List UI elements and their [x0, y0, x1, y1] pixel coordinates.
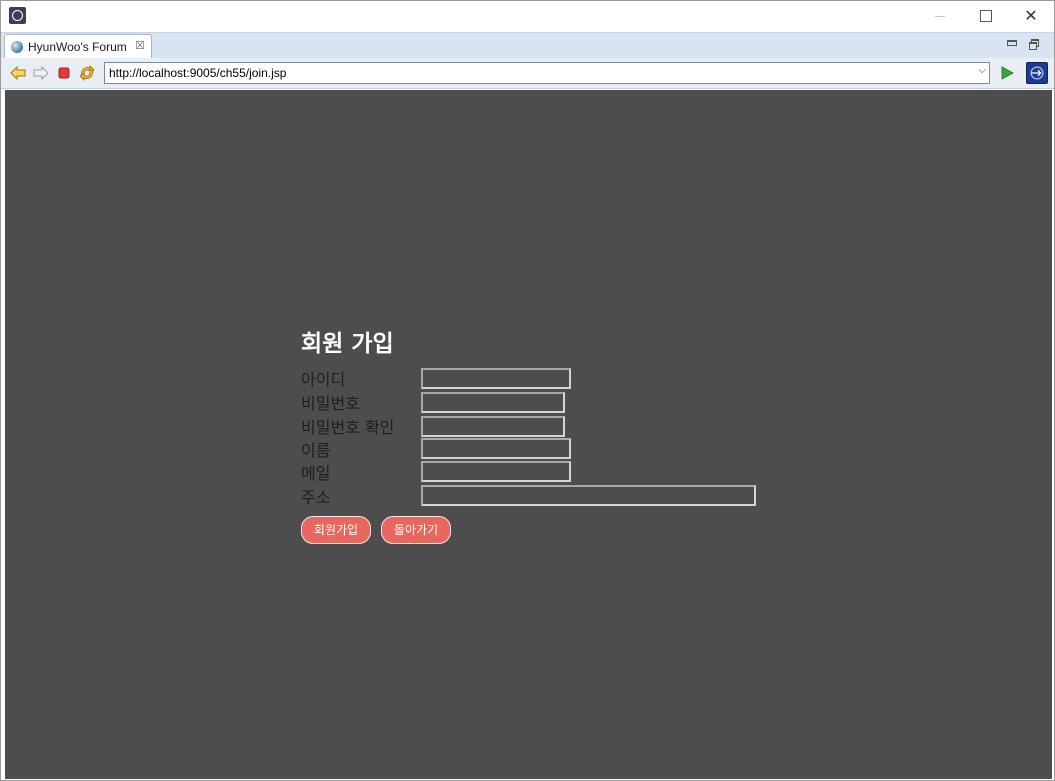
stop-icon[interactable] [55, 64, 73, 82]
title-bar: ✕ [1, 1, 1054, 32]
label-password: 비밀번호 [301, 394, 360, 413]
label-name: 이름 [301, 441, 331, 460]
view-minimize-icon[interactable] [1007, 40, 1017, 46]
password-confirm-input[interactable] [421, 416, 565, 437]
browser-window: ✕ HyunWoo's Forum ☒ http://localhost:900… [0, 0, 1055, 781]
tab-close-icon[interactable]: ☒ [135, 39, 145, 52]
browser-toolbar: http://localhost:9005/ch55/join.jsp ⌵ [1, 58, 1054, 89]
minimize-button[interactable] [918, 5, 962, 27]
url-text: http://localhost:9005/ch55/join.jsp [109, 66, 287, 80]
join-button[interactable]: 회원가입 [301, 516, 371, 544]
back-arrow-icon[interactable] [9, 64, 27, 82]
page-title: 회원 가입 [301, 331, 394, 357]
password-input[interactable] [421, 392, 565, 413]
label-password-confirm: 비밀번호 확인 [301, 418, 395, 437]
chevron-down-icon[interactable]: ⌵ [978, 65, 986, 76]
close-window-button[interactable]: ✕ [1009, 5, 1053, 27]
view-restore-icon[interactable] [1029, 39, 1039, 50]
eclipse-app-icon [9, 7, 26, 24]
address-input[interactable] [421, 485, 756, 506]
url-input[interactable]: http://localhost:9005/ch55/join.jsp ⌵ [104, 62, 990, 84]
refresh-icon[interactable] [78, 64, 96, 82]
tab-hyunwoo-forum[interactable]: HyunWoo's Forum ☒ [4, 34, 152, 59]
external-browser-icon[interactable] [1026, 62, 1048, 84]
tab-label: HyunWoo's Forum [28, 40, 127, 54]
name-input[interactable] [421, 438, 571, 459]
editor-tab-bar: HyunWoo's Forum ☒ [1, 32, 1054, 59]
go-play-icon[interactable] [998, 64, 1016, 82]
label-id: 아이디 [301, 370, 346, 389]
label-email: 메일 [301, 464, 331, 483]
maximize-button[interactable] [963, 5, 1007, 27]
label-address: 주소 [301, 488, 331, 507]
globe-icon [11, 41, 23, 53]
email-input[interactable] [421, 461, 571, 482]
forward-arrow-icon[interactable] [32, 64, 50, 82]
back-button[interactable]: 돌아가기 [381, 516, 451, 544]
page-viewport: 회원 가입 아이디 비밀번호 비밀번호 확인 이름 메일 주소 회원가입 돌아가… [5, 90, 1052, 779]
id-input[interactable] [421, 368, 571, 389]
